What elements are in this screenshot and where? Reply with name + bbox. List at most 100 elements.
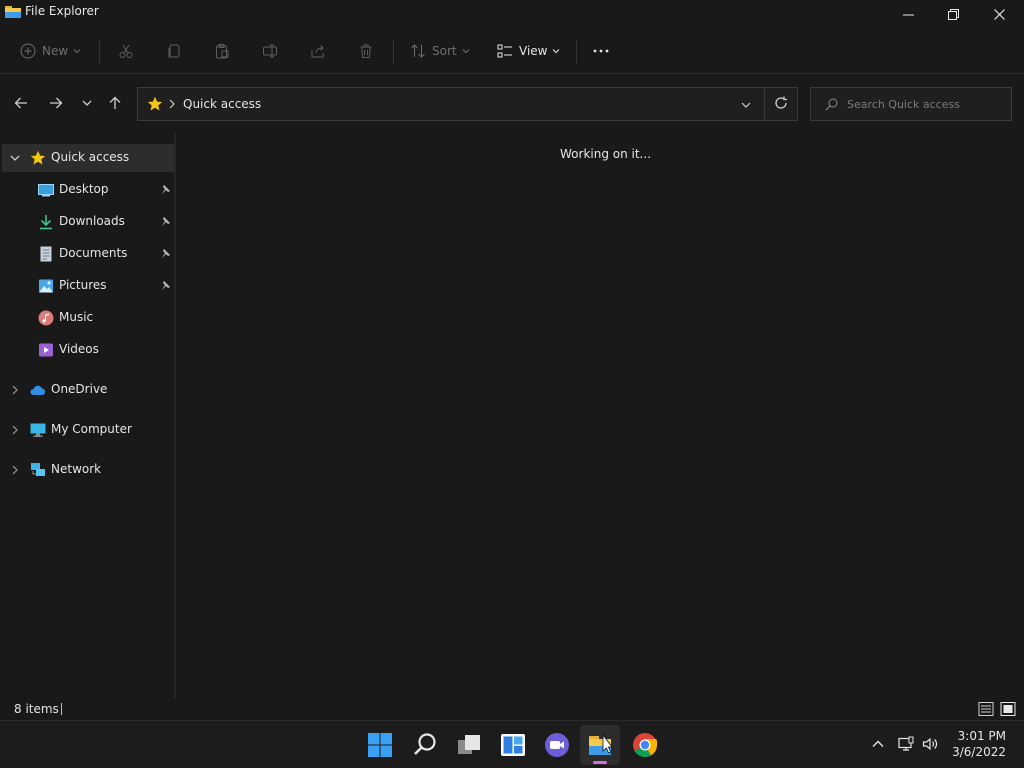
- download-icon: [40, 215, 52, 230]
- sidebar-item-documents[interactable]: Documents: [2, 240, 174, 268]
- arrow-left-icon: [14, 97, 27, 109]
- sidebar-item-label: Pictures: [59, 278, 107, 292]
- divider: [764, 88, 765, 120]
- back-button[interactable]: [10, 92, 32, 114]
- share-button[interactable]: [310, 40, 326, 62]
- sidebar-item-label: Videos: [59, 342, 99, 356]
- details-view-icon[interactable]: [978, 701, 994, 717]
- copy-icon: [168, 44, 180, 58]
- paste-icon: [216, 44, 229, 59]
- star-icon: [147, 96, 163, 111]
- file-explorer-icon[interactable]: [587, 732, 613, 758]
- pin-icon[interactable]: [160, 184, 171, 195]
- sort-button[interactable]: Sort: [410, 40, 470, 62]
- loading-message: Working on it...: [560, 147, 652, 161]
- sidebar-item-network[interactable]: Network: [2, 456, 174, 484]
- sidebar-item-onedrive[interactable]: OneDrive: [2, 376, 174, 404]
- pin-icon[interactable]: [160, 216, 171, 227]
- recent-locations-button[interactable]: [76, 92, 98, 114]
- sidebar-item-quick-access[interactable]: Quick access: [2, 144, 174, 172]
- share-icon: [311, 45, 324, 58]
- restore-icon: [947, 8, 959, 20]
- new-button[interactable]: New: [20, 40, 81, 62]
- arrow-up-icon: [109, 96, 121, 109]
- refresh-icon[interactable]: [774, 96, 788, 110]
- windows-start-icon[interactable]: [367, 732, 393, 758]
- address-bar[interactable]: Quick access: [137, 87, 798, 121]
- delete-icon: [360, 44, 372, 58]
- command-bar: New Sort View: [0, 28, 1024, 74]
- pin-icon[interactable]: [160, 248, 171, 259]
- divider: [99, 40, 100, 64]
- network-icon: [31, 463, 45, 476]
- sort-icon: [411, 44, 425, 58]
- search-input[interactable]: [847, 95, 1007, 113]
- minimize-button[interactable]: [885, 0, 931, 28]
- sidebar-item-pictures[interactable]: Pictures: [2, 272, 174, 300]
- forward-button[interactable]: [45, 92, 67, 114]
- delete-button[interactable]: [358, 40, 374, 62]
- view-button[interactable]: View: [497, 40, 560, 62]
- navigation-pane: Quick access Desktop Downloads Documents…: [0, 132, 176, 698]
- chevron-right-icon[interactable]: [168, 98, 176, 110]
- sidebar-item-label: OneDrive: [51, 382, 108, 396]
- close-button[interactable]: [976, 0, 1022, 28]
- divider: [393, 40, 394, 64]
- chevron-up-icon[interactable]: [870, 736, 886, 752]
- task-view-icon[interactable]: [456, 732, 482, 758]
- videos-icon: [39, 343, 53, 357]
- star-icon: [30, 150, 46, 165]
- chevron-right-icon[interactable]: [10, 385, 20, 395]
- search-icon[interactable]: [412, 732, 438, 758]
- sidebar-item-videos[interactable]: Videos: [2, 336, 174, 364]
- clock[interactable]: 3:01 PM 3/6/2022: [950, 728, 1006, 760]
- cut-icon: [119, 44, 133, 58]
- restore-button[interactable]: [930, 0, 976, 28]
- chevron-down-icon: [553, 49, 560, 54]
- chevron-down-icon[interactable]: [10, 153, 20, 163]
- minimize-icon: [902, 14, 914, 15]
- active-app-indicator: [593, 761, 607, 764]
- chevron-down-icon: [73, 49, 81, 54]
- search-box[interactable]: [810, 87, 1012, 121]
- clock-date: 3/6/2022: [952, 745, 1006, 759]
- breadcrumb[interactable]: Quick access: [183, 97, 261, 111]
- up-button[interactable]: [104, 92, 126, 114]
- sidebar-item-label: My Computer: [51, 422, 132, 436]
- more-options-button[interactable]: [593, 40, 609, 62]
- status-bar: 8 items: [0, 698, 1024, 720]
- network-status-icon[interactable]: [898, 736, 914, 752]
- sidebar-item-desktop[interactable]: Desktop: [2, 176, 174, 204]
- chat-icon[interactable]: [544, 732, 570, 758]
- rename-button[interactable]: [262, 40, 278, 62]
- chevron-down-icon: [462, 49, 469, 54]
- new-label: New: [42, 44, 69, 58]
- sidebar-item-downloads[interactable]: Downloads: [2, 208, 174, 236]
- desktop-icon: [38, 184, 54, 197]
- sidebar-item-label: Desktop: [59, 182, 109, 196]
- large-icons-view-icon[interactable]: [1000, 701, 1016, 717]
- pin-icon[interactable]: [160, 280, 171, 291]
- sidebar-item-music[interactable]: Music: [2, 304, 174, 332]
- more-icon: [593, 49, 609, 53]
- divider: [61, 703, 62, 715]
- widgets-icon[interactable]: [500, 732, 526, 758]
- chrome-icon[interactable]: [632, 732, 658, 758]
- clock-time: 3:01 PM: [957, 729, 1006, 743]
- sidebar-item-label: Downloads: [59, 214, 125, 228]
- sidebar-item-label: Network: [51, 462, 102, 476]
- sidebar-item-label: Documents: [59, 246, 128, 260]
- rename-icon: [263, 44, 277, 58]
- copy-button[interactable]: [166, 40, 182, 62]
- sidebar-item-my-computer[interactable]: My Computer: [2, 416, 174, 444]
- cut-button[interactable]: [118, 40, 134, 62]
- arrow-right-icon: [50, 97, 63, 109]
- title-bar[interactable]: File Explorer: [0, 0, 1024, 26]
- sidebar-item-label: Music: [59, 310, 94, 324]
- volume-icon[interactable]: [922, 736, 938, 752]
- chevron-down-icon[interactable]: [740, 99, 752, 111]
- paste-button[interactable]: [214, 40, 230, 62]
- chevron-right-icon[interactable]: [10, 465, 20, 475]
- cloud-icon: [30, 385, 46, 395]
- chevron-right-icon[interactable]: [10, 425, 20, 435]
